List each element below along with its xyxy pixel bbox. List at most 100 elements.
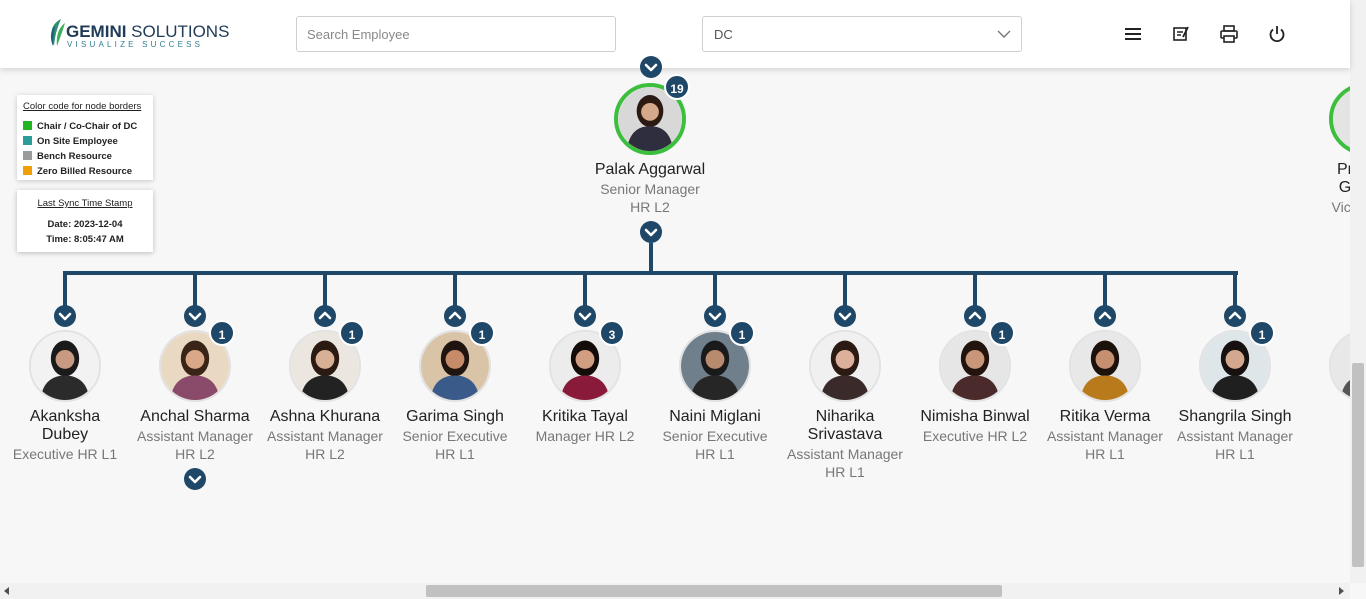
employee-designation: Senior Executive: [402, 428, 508, 444]
toggle-children-button[interactable]: [704, 305, 726, 327]
employee-grade: HR L2: [305, 446, 345, 462]
employee-name: Kritika Tayal: [542, 408, 628, 425]
toggle-children-button[interactable]: [834, 305, 856, 327]
employee-name: Anchal Sharma: [140, 408, 250, 425]
employee-designation: Assistant Manager: [137, 428, 253, 444]
legend-title: Color code for node borders: [23, 101, 142, 112]
employee-name: Garima Singh: [406, 408, 504, 425]
top-header: GEMINI SOLUTIONS VISUALIZE SUCCESS DC: [0, 0, 1350, 68]
profile-photo: [1071, 332, 1139, 400]
employee-grade: HR L1: [825, 464, 865, 480]
connector-line: [843, 273, 847, 307]
toggle-children-button[interactable]: [314, 305, 336, 327]
department-select-value: DC: [714, 27, 733, 42]
brand-tagline: VISUALIZE SUCCESS: [67, 40, 204, 49]
employee-name: Dubey: [41, 426, 89, 443]
employee-designation: Assistant Manager: [1177, 428, 1293, 444]
connector-line: [63, 271, 1238, 275]
avatar[interactable]: [1069, 330, 1141, 402]
connector-line: [193, 273, 197, 307]
avatar[interactable]: [29, 330, 101, 402]
employee-designation: Assistant Manager: [787, 446, 903, 462]
chevron-down-icon: [644, 63, 658, 72]
chevron-down-icon: [838, 312, 852, 321]
employee-designation: Executive HR L2: [922, 428, 1028, 444]
employee-grade: HR L1: [695, 446, 735, 462]
notes-icon[interactable]: [1171, 24, 1191, 44]
menu-icon[interactable]: [1123, 24, 1143, 44]
department-select[interactable]: DC: [702, 16, 1022, 52]
expand-parent-button[interactable]: [640, 56, 662, 78]
employee-grade: HR L1: [1085, 446, 1125, 462]
horizontal-scrollbar-thumb[interactable]: [426, 585, 1002, 597]
chevron-down-icon: [188, 475, 202, 484]
employee-name: Nimisha Binwal: [920, 408, 1030, 425]
sync-timestamp-card: Last Sync Time Stamp Date: 2023-12-04 Ti…: [17, 190, 153, 252]
employee-grade: HR L1: [1215, 446, 1255, 462]
print-icon[interactable]: [1219, 24, 1239, 44]
employee-designation: Executive HR L1: [12, 446, 118, 462]
legend-swatch: [23, 151, 32, 160]
employee-grade: HR L1: [435, 446, 475, 462]
chevron-down-icon: [997, 30, 1011, 38]
chevron-down-icon: [644, 228, 658, 237]
avatar[interactable]: [809, 330, 881, 402]
toggle-children-button[interactable]: [54, 305, 76, 327]
gemini-logo[interactable]: GEMINI SOLUTIONS VISUALIZE SUCCESS: [47, 18, 229, 52]
connector-line: [713, 273, 717, 307]
employee-grade: HR L2: [175, 446, 215, 462]
toggle-children-button[interactable]: [574, 305, 596, 327]
scroll-right-arrow-icon[interactable]: [1339, 587, 1345, 595]
connector-line: [583, 273, 587, 307]
reportee-count-badge: 1: [469, 320, 495, 346]
chevron-up-icon: [1228, 311, 1242, 320]
toggle-children-button[interactable]: [964, 305, 986, 327]
chevron-down-icon: [578, 312, 592, 321]
employee-name: Niharika: [815, 408, 875, 425]
toggle-children-button[interactable]: [444, 305, 466, 327]
connector-line: [1103, 273, 1107, 307]
connector-line: [973, 273, 977, 307]
reportee-count-badge: 1: [339, 320, 365, 346]
reportee-count-badge: 1: [989, 320, 1015, 346]
legend-swatch: [23, 121, 32, 130]
scroll-left-arrow-icon[interactable]: [4, 587, 10, 595]
employee-designation: Assistant Manager: [267, 428, 383, 444]
leaf-logo-icon: [50, 19, 65, 46]
employee-name: Palak Aggarwal: [594, 161, 706, 178]
reportee-count-badge: 19: [664, 74, 690, 100]
collapse-children-button[interactable]: [640, 221, 662, 243]
connector-line: [649, 243, 653, 273]
legend-item: On Site Employee: [23, 136, 118, 147]
legend-swatch: [23, 166, 32, 175]
sync-title: Last Sync Time Stamp: [37, 198, 133, 209]
profile-photo: [31, 332, 99, 400]
employee-name: Akanksha: [29, 408, 101, 425]
chevron-down-icon: [58, 312, 72, 321]
reportee-count-badge: 1: [1249, 320, 1275, 346]
legend-item: Zero Billed Resource: [23, 166, 132, 177]
legend-swatch: [23, 136, 32, 145]
employee-name: Shangrila Singh: [1178, 408, 1292, 425]
toggle-children-button[interactable]: [1224, 305, 1246, 327]
chevron-up-icon: [968, 311, 982, 320]
toggle-children-button[interactable]: [1094, 305, 1116, 327]
employee-designation: Manager HR L2: [535, 428, 635, 444]
color-legend: Color code for node borders Chair / Co-C…: [17, 95, 153, 180]
employee-name: Ritika Verma: [1059, 408, 1151, 425]
employee-name: Ashna Khurana: [269, 408, 381, 425]
vertical-scrollbar-thumb[interactable]: [1352, 363, 1364, 567]
connector-line: [453, 273, 457, 307]
sync-time: Time: 8:05:47 AM: [46, 234, 124, 245]
power-icon[interactable]: [1267, 24, 1287, 44]
toggle-children-button[interactable]: [184, 305, 206, 327]
legend-item: Bench Resource: [23, 151, 112, 162]
profile-photo: [811, 332, 879, 400]
employee-name: Srivastava: [807, 426, 883, 443]
reportee-count-badge: 1: [729, 320, 755, 346]
employee-name: Naini Miglani: [669, 408, 761, 425]
sync-date: Date: 2023-12-04: [47, 219, 123, 230]
brand-name: GEMINI SOLUTIONS: [66, 22, 230, 41]
expand-children-button[interactable]: [184, 468, 206, 490]
search-employee-input[interactable]: [296, 16, 616, 52]
